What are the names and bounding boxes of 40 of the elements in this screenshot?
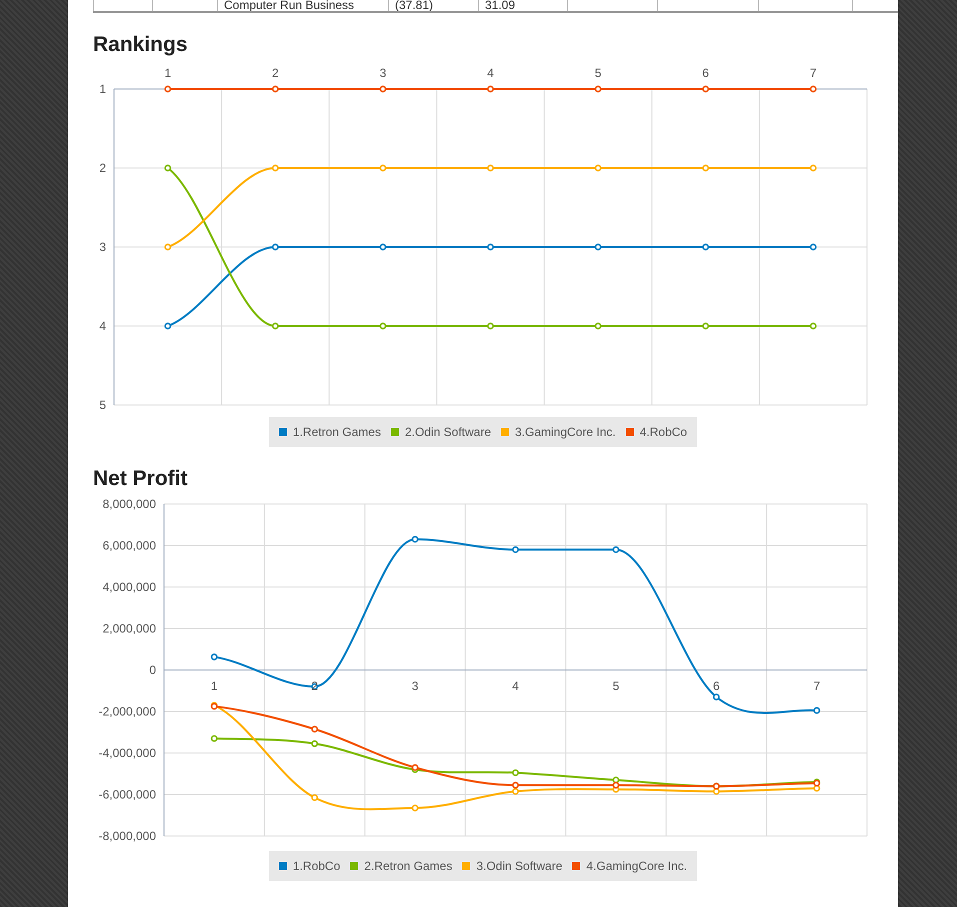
section-title: Rankings xyxy=(93,33,188,57)
x-tick-label: 4 xyxy=(487,66,494,80)
y-tick-label: 1 xyxy=(99,82,106,96)
y-tick-label: 6,000,000 xyxy=(102,538,156,552)
x-tick-label: 1 xyxy=(210,679,218,693)
x-tick-label: 7 xyxy=(810,66,817,80)
y-tick-label: 4,000,000 xyxy=(102,580,156,594)
y-tick-label: 2 xyxy=(99,161,106,175)
y-tick-label: -6,000,000 xyxy=(98,788,156,802)
table-cell: 31.09 xyxy=(478,0,568,12)
y-tick-label: -8,000,000 xyxy=(98,829,156,843)
table-cell: (37.81) xyxy=(388,0,478,12)
legend-label: 4.RobCo xyxy=(640,425,688,439)
y-tick-label: -4,000,000 xyxy=(98,746,156,760)
legend-label: 3.GamingCore Inc. xyxy=(515,425,616,439)
x-tick-label: 3 xyxy=(412,679,418,693)
legend-label: 1.RobCo xyxy=(292,859,340,873)
y-tick-label: -2,000,000 xyxy=(98,704,156,718)
y-tick-label: 3 xyxy=(99,240,106,254)
y-tick-label: 2,000,000 xyxy=(102,622,156,636)
x-tick-label: 5 xyxy=(594,66,602,80)
x-tick-label: 6 xyxy=(702,66,709,80)
y-tick-label: 4 xyxy=(99,319,106,333)
x-tick-label: 5 xyxy=(612,679,620,693)
table-cell: Computer Run Business xyxy=(218,0,388,12)
y-tick-label: 8,000,000 xyxy=(102,497,156,511)
legend-label: 2.Retron Games xyxy=(364,859,452,873)
x-tick-label: 4 xyxy=(512,679,519,693)
legend-label: 1.Retron Games xyxy=(292,425,381,439)
section-title: Net Profit xyxy=(93,467,188,491)
legend-label: 4.GamingCore Inc. xyxy=(586,859,688,873)
x-tick-label: 7 xyxy=(813,679,820,693)
x-tick-label: 3 xyxy=(380,66,386,80)
x-tick-label: 1 xyxy=(164,66,172,80)
x-tick-label: 6 xyxy=(713,679,720,693)
x-tick-label: 2 xyxy=(272,66,279,80)
y-tick-label: 5 xyxy=(99,398,106,409)
legend-label: 2.Odin Software xyxy=(404,425,491,439)
legend-label: 3.Odin Software xyxy=(476,859,562,873)
y-tick-label: 0 xyxy=(149,663,156,677)
